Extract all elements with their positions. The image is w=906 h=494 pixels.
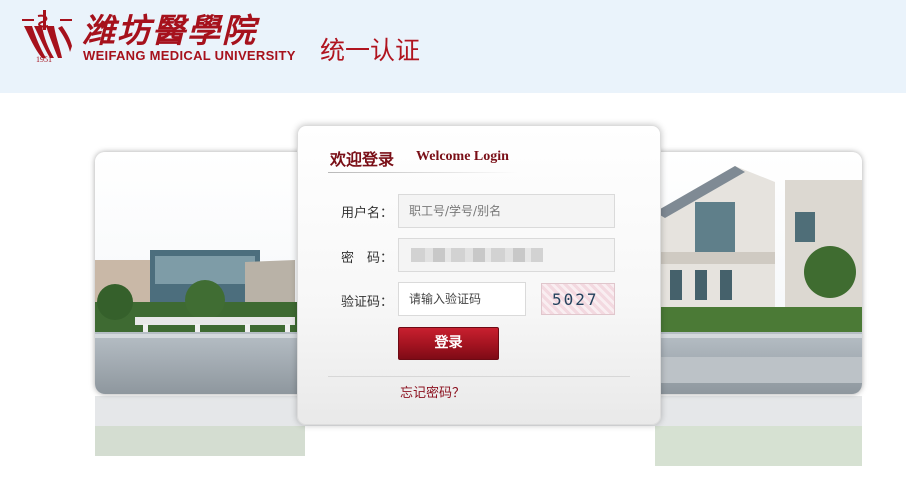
login-button[interactable]: 登录 [398,327,499,360]
captcha-input[interactable]: 请输入验证码 [398,282,526,316]
portal-title: 统一认证 [320,36,421,65]
captcha-label: 验证码： [341,295,394,310]
password-masked-value [411,248,543,262]
forgot-password-link[interactable]: 忘记密码？ [400,382,465,401]
password-input[interactable] [398,238,615,272]
captcha-image[interactable]: 5027 [541,283,615,315]
founded-year: 1951 [36,55,52,64]
university-name-cn: 潍坊醫學院 [82,11,257,50]
university-name-en: WEIFANG MEDICAL UNIVERSITY [83,48,296,63]
card-divider [328,376,630,377]
password-label: 密 码： [341,251,394,266]
welcome-title-cn: 欢迎登录 [330,150,395,169]
captcha-code: 5027 [552,290,599,309]
welcome-title-en: Welcome Login [416,149,509,164]
username-label: 用户名： [341,206,394,221]
login-card: 欢迎登录 Welcome Login 用户名： 职工号/学号/别名 密 码： 验… [297,125,661,425]
welcome-underline [328,172,518,173]
page-header: 1951 潍坊醫學院 WEIFANG MEDICAL UNIVERSITY 统一… [0,0,906,93]
username-input[interactable]: 职工号/学号/别名 [398,194,615,228]
